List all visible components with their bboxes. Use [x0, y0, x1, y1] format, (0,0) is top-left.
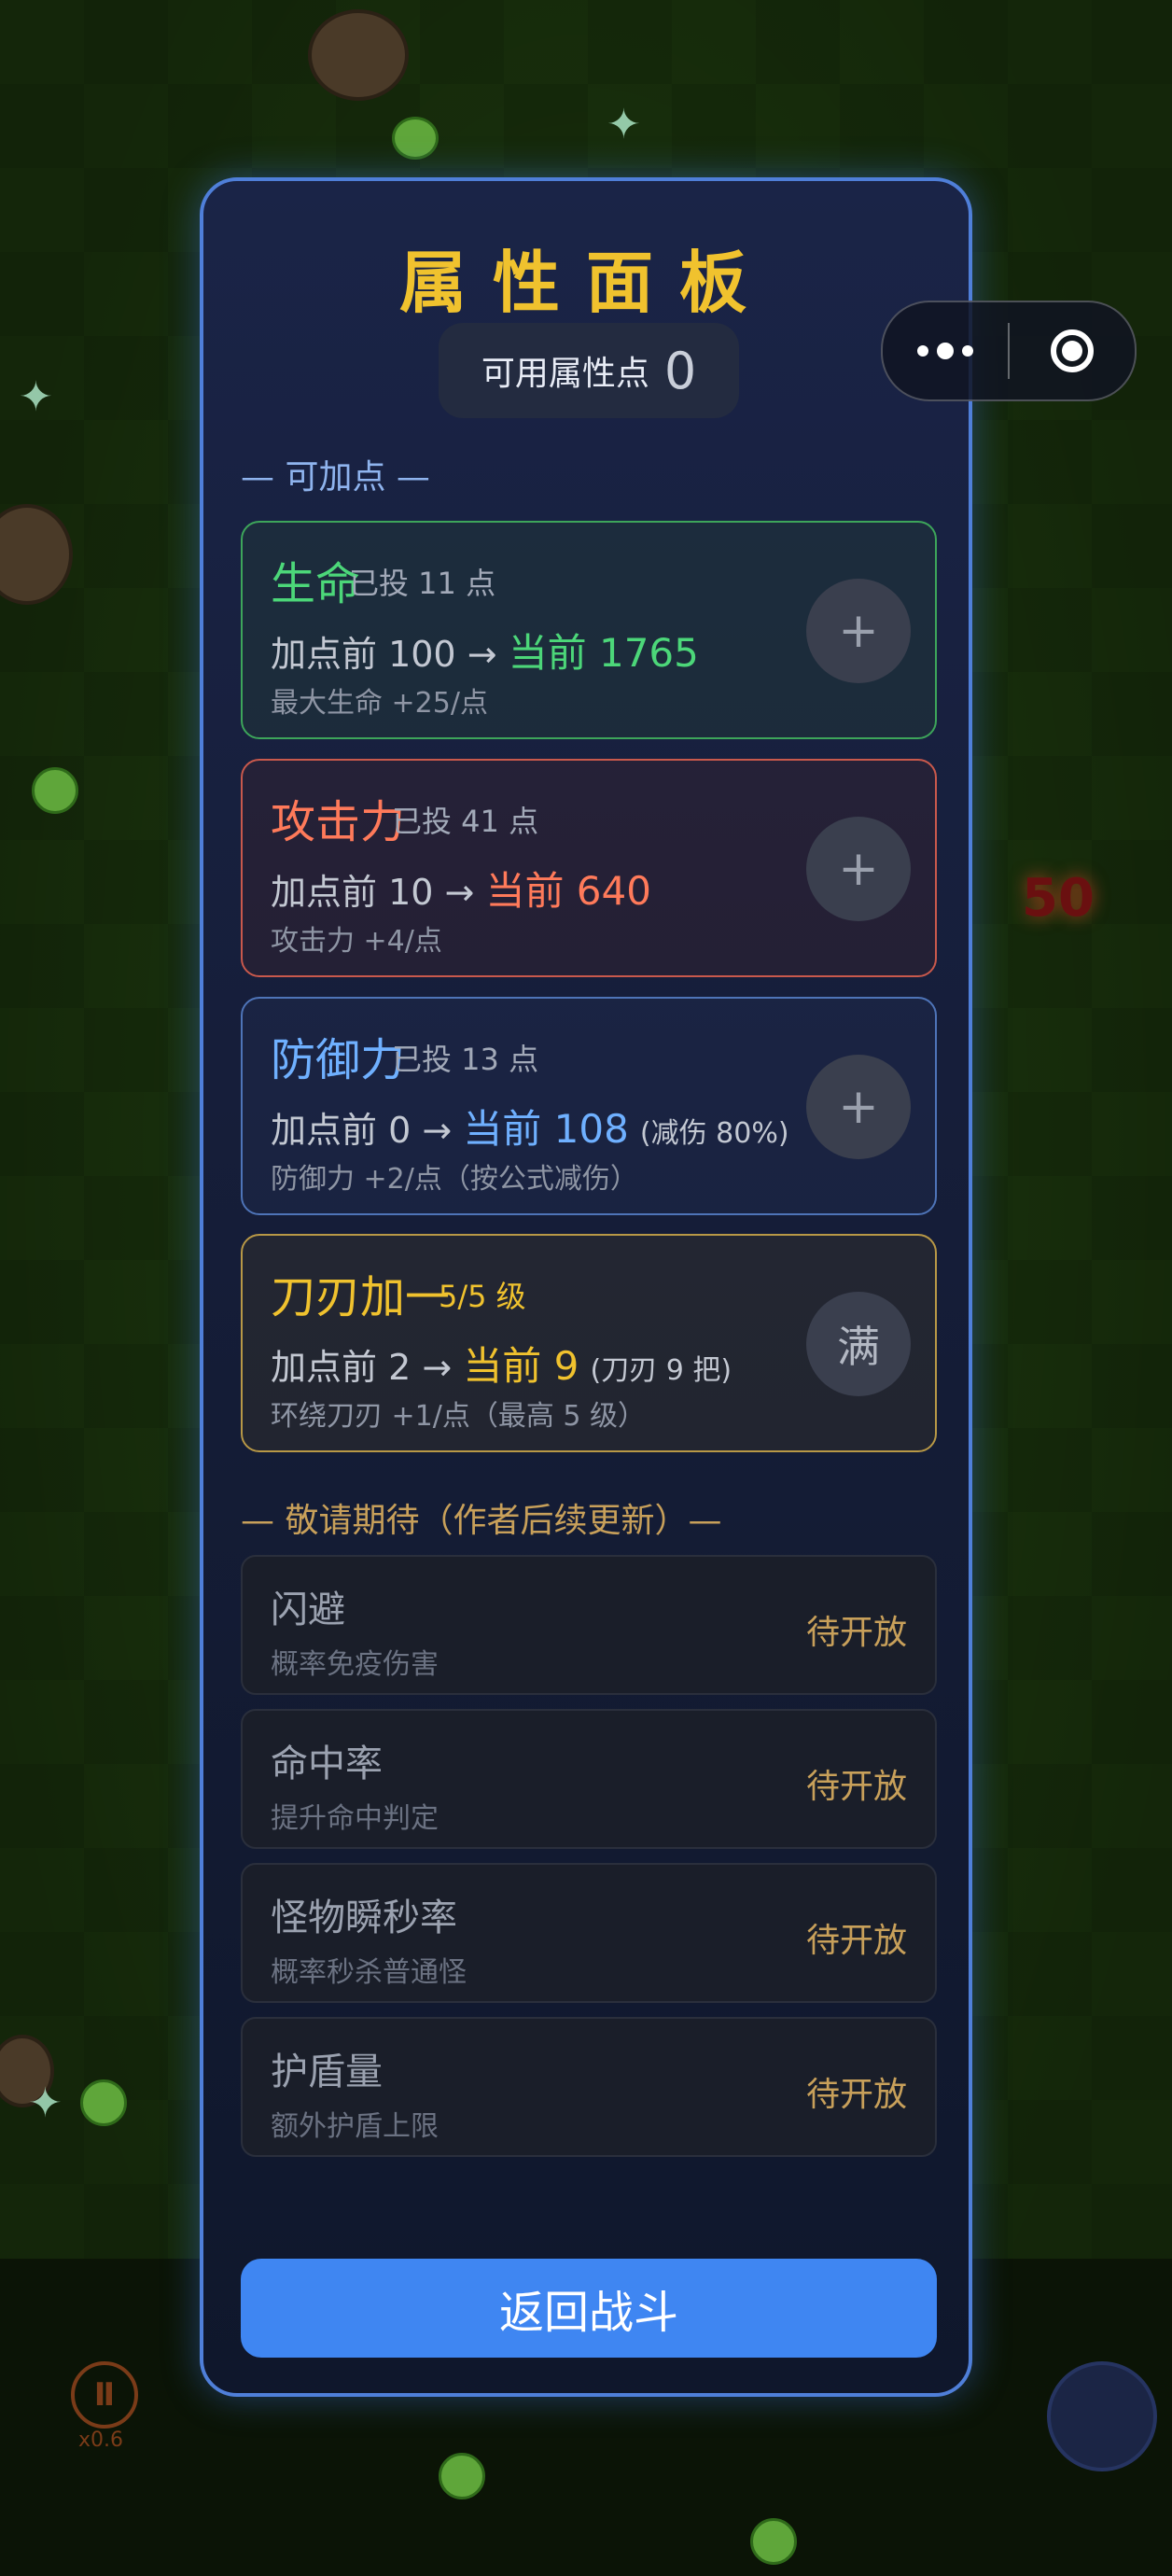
attribute-level: 5/5 级: [439, 1279, 526, 1314]
coming-soon-item-shield: 护盾量 额外护盾上限 待开放: [241, 2017, 937, 2157]
return-to-battle-button[interactable]: 返回战斗: [241, 2259, 937, 2358]
coming-soon-desc: 概率秒杀普通怪: [271, 1956, 467, 1989]
coming-soon-item-dodge: 闪避 概率免疫伤害 待开放: [241, 1555, 937, 1695]
attribute-current: 当前 108: [463, 1106, 629, 1152]
attribute-value-line: 加点前 2 → 当前 9 (刀刃 9 把): [271, 1335, 732, 1392]
coming-soon-name: 怪物瞬秒率: [271, 1897, 457, 1939]
attribute-description: 环绕刀刃 +1/点（最高 5 级）: [271, 1400, 647, 1433]
attribute-before: 加点前 10 →: [271, 872, 475, 913]
coming-soon-status: 待开放: [805, 1614, 907, 1652]
attribute-description: 攻击力 +4/点: [271, 925, 442, 958]
slime-enemy: [392, 117, 439, 160]
floating-damage-number: 50: [1022, 868, 1095, 929]
miniprogram-capsule: [881, 301, 1137, 401]
coming-soon-item-hit-rate: 命中率 提升命中判定 待开放: [241, 1709, 937, 1849]
add-health-button[interactable]: +: [806, 579, 911, 683]
available-points-label: 可用属性点: [481, 355, 649, 393]
attribute-description: 最大生命 +25/点: [271, 687, 488, 720]
attribute-card-attack: 攻击力 已投 41 点 加点前 10 → 当前 640 攻击力 +4/点 +: [241, 759, 937, 977]
sparkle-effect: ✦: [19, 373, 53, 421]
attribute-name: 刀刃加一: [271, 1271, 451, 1323]
attribute-card-defense: 防御力 已投 13 点 加点前 0 → 当前 108 (减伤 80%) 防御力 …: [241, 997, 937, 1215]
section-coming-soon-header: — 敬请期待（作者后续更新）—: [241, 1502, 722, 1540]
attribute-invested: 已投 11 点: [349, 566, 496, 601]
attribute-current: 当前 1765: [508, 630, 699, 676]
add-attack-button[interactable]: +: [806, 817, 911, 921]
coming-soon-name: 护盾量: [271, 2051, 383, 2093]
attribute-note: (刀刃 9 把): [590, 1354, 732, 1387]
coming-soon-status: 待开放: [805, 1922, 907, 1960]
coming-soon-status: 待开放: [805, 1768, 907, 1806]
attribute-value-line: 加点前 0 → 当前 108 (减伤 80%): [271, 1098, 789, 1155]
coming-soon-desc: 概率免疫伤害: [271, 1648, 439, 1681]
attribute-value-line: 加点前 10 → 当前 640: [271, 860, 651, 917]
slime-enemy: [750, 2518, 797, 2565]
attribute-current: 当前 9: [463, 1343, 579, 1389]
available-points-value: 0: [663, 341, 697, 400]
coming-soon-name: 命中率: [271, 1743, 383, 1785]
sparkle-effect: ✦: [607, 101, 641, 148]
close-button[interactable]: [1010, 302, 1135, 399]
attribute-name: 防御力: [271, 1034, 406, 1086]
sparkle-effect: ✦: [28, 2079, 63, 2127]
add-defense-button[interactable]: +: [806, 1055, 911, 1159]
attribute-description: 防御力 +2/点（按公式减伤）: [271, 1163, 638, 1196]
slime-enemy: [439, 2453, 485, 2499]
pause-button[interactable]: Ⅱ: [71, 2361, 138, 2429]
attribute-current: 当前 640: [485, 868, 651, 914]
target-close-icon: [1051, 329, 1094, 372]
attribute-invested: 已投 13 点: [392, 1042, 539, 1077]
attribute-before: 加点前 0 →: [271, 1110, 453, 1151]
attribute-panel: 属性面板 可用属性点 0 — 可加点 — 生命 已投 11 点 加点前 100 …: [200, 177, 972, 2397]
more-button[interactable]: [883, 302, 1008, 399]
coming-soon-name: 闪避: [271, 1589, 345, 1631]
section-available-header: — 可加点 —: [241, 458, 430, 497]
attribute-value-line: 加点前 100 → 当前 1765: [271, 622, 699, 679]
coming-soon-status: 待开放: [805, 2076, 907, 2114]
panel-title: 属性面板: [398, 244, 773, 322]
attribute-before: 加点前 100 →: [271, 634, 497, 675]
coming-soon-desc: 提升命中判定: [271, 1802, 439, 1835]
attribute-before: 加点前 2 →: [271, 1347, 453, 1388]
attribute-note: (减伤 80%): [639, 1117, 789, 1150]
hero-avatar: [1047, 2361, 1157, 2471]
slime-enemy: [80, 2079, 127, 2126]
coming-soon-desc: 额外护盾上限: [271, 2110, 439, 2143]
attribute-name: 生命: [271, 558, 361, 610]
more-dots-icon: [917, 345, 928, 357]
rock-golem-enemy: [308, 9, 409, 101]
attribute-card-health: 生命 已投 11 点 加点前 100 → 当前 1765 最大生命 +25/点 …: [241, 521, 937, 739]
pause-icon: Ⅱ: [93, 2376, 116, 2414]
blade-maxed-button[interactable]: 满: [806, 1292, 911, 1396]
game-speed-label: x0.6: [78, 2429, 124, 2452]
slime-enemy: [32, 767, 78, 814]
attribute-card-blade: 刀刃加一 5/5 级 加点前 2 → 当前 9 (刀刃 9 把) 环绕刀刃 +1…: [241, 1234, 937, 1452]
attribute-invested: 已投 41 点: [392, 804, 539, 839]
available-points-badge: 可用属性点 0: [439, 323, 739, 418]
attribute-name: 攻击力: [271, 796, 406, 848]
coming-soon-item-instant-kill: 怪物瞬秒率 概率秒杀普通怪 待开放: [241, 1863, 937, 2003]
